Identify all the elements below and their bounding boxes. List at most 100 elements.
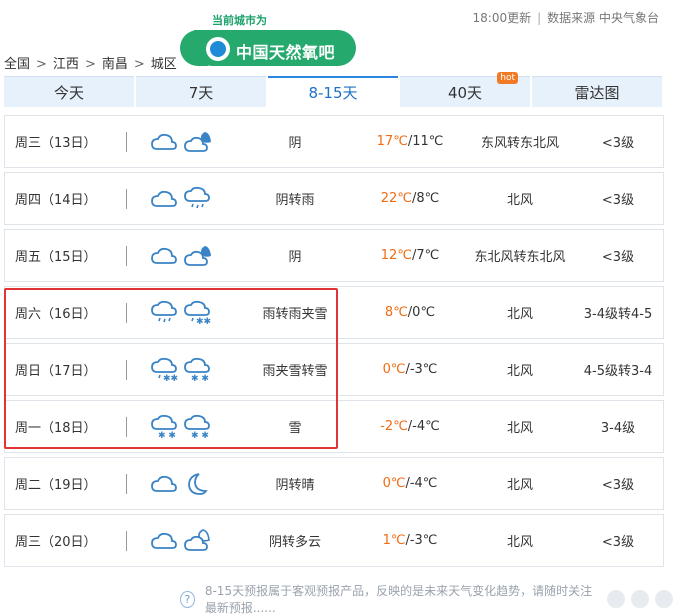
weather-desc: 雨夹雪转雪 xyxy=(262,364,328,379)
weather-icons xyxy=(150,515,222,566)
wind-level: <3级 xyxy=(601,193,635,208)
wind-direction: 北风 xyxy=(506,535,533,550)
meta-separator: | xyxy=(537,11,542,25)
cloudy-icon xyxy=(151,475,177,492)
temperature: 0℃/-3℃ xyxy=(355,344,465,395)
data-source[interactable]: 数据来源 中央气象台 xyxy=(547,11,659,25)
temperature: -2℃/-4℃ xyxy=(355,401,465,452)
weather-icons: ✱✱ xyxy=(150,287,222,338)
breadcrumb-separator: > xyxy=(36,57,47,72)
qq-icon[interactable] xyxy=(655,590,673,608)
temperature: 22℃/8℃ xyxy=(355,173,465,224)
temperature: 8℃/0℃ xyxy=(355,287,465,338)
svg-text:✱ ✱: ✱ ✱ xyxy=(191,374,209,383)
snow-icon: ✱ ✱ xyxy=(151,414,177,440)
row-divider xyxy=(126,189,127,209)
temperature: 1℃/-3℃ xyxy=(355,515,465,566)
cloudy-icon xyxy=(151,532,177,549)
temp-low: /8℃ xyxy=(411,191,440,206)
wind-level: <3级 xyxy=(601,250,635,265)
row-divider xyxy=(126,303,127,323)
temperature: 17℃/11℃ xyxy=(355,116,465,167)
rain-icon xyxy=(184,186,210,208)
temp-low: /11℃ xyxy=(407,134,444,149)
wind-direction: 北风 xyxy=(506,193,533,208)
wind-direction: 东北风转东北风 xyxy=(474,250,566,265)
weather-desc: 阴转晴 xyxy=(275,478,315,493)
moon-icon xyxy=(188,472,208,495)
day-label: 周日（17日） xyxy=(15,364,97,379)
tab-40days[interactable]: 40天 hot xyxy=(400,72,530,107)
breadcrumb-item[interactable]: 全国 xyxy=(4,57,30,72)
day-label: 周一（18日） xyxy=(15,421,97,436)
wind-level: <3级 xyxy=(601,136,635,151)
breadcrumb: 全国 > 江西 > 南昌 > 城区 xyxy=(4,53,177,72)
update-time: 18:00更新 xyxy=(472,11,532,25)
temp-high: 22℃ xyxy=(380,191,412,206)
breadcrumb-item[interactable]: 南昌 xyxy=(102,57,128,72)
day-label: 周三（20日） xyxy=(15,535,97,550)
day-label: 周二（19日） xyxy=(15,478,97,493)
breadcrumb-item[interactable]: 江西 xyxy=(53,57,79,72)
weather-desc: 阴 xyxy=(288,250,302,265)
tab-today[interactable]: 今天 xyxy=(4,76,134,107)
forecast-row[interactable]: 周一（18日） ✱ ✱ ✱ ✱ 雪 -2℃/-4℃ 北风 3-4级 xyxy=(4,400,664,453)
temperature: 0℃/-4℃ xyxy=(355,458,465,509)
weather-icons xyxy=(150,230,222,281)
day-label: 周三（13日） xyxy=(15,136,97,151)
weather-desc: 雨转雨夹雪 xyxy=(262,307,328,322)
temp-high: 8℃ xyxy=(384,305,408,320)
forecast-row[interactable]: 周三（13日） 阴 17℃/11℃ 东风转东北风 <3级 xyxy=(4,115,664,168)
temp-low: /-3℃ xyxy=(405,533,438,548)
tab-7days[interactable]: 7天 xyxy=(136,76,266,107)
temp-high: 17℃ xyxy=(376,134,408,149)
row-divider xyxy=(126,531,127,551)
tab-label: 今天 xyxy=(53,83,84,102)
city-badge[interactable]: 当前城市为 中国天然氧吧 xyxy=(180,10,370,72)
sleet-icon: ✱✱ xyxy=(151,357,178,383)
temp-low: /-3℃ xyxy=(405,362,438,377)
tab-8-15days[interactable]: 8-15天 xyxy=(268,76,398,107)
partly-cloudy-night-icon xyxy=(184,528,210,551)
wind-direction: 北风 xyxy=(506,421,533,436)
row-divider xyxy=(126,360,127,380)
weibo-icon[interactable] xyxy=(607,590,625,608)
forecast-tabs: 今天 7天 8-15天 40天 hot 雷达图 xyxy=(4,72,662,107)
tab-label: 8-15天 xyxy=(308,84,358,102)
temp-low: /0℃ xyxy=(407,305,436,320)
hot-badge: hot xyxy=(497,72,518,84)
cloudy-night-icon xyxy=(184,245,211,266)
help-icon[interactable]: ? xyxy=(180,590,195,608)
forecast-row[interactable]: 周日（17日） ✱✱ ✱ ✱ 雨夹雪转雪 0℃/-3℃ 北风 4-5级转3-4 xyxy=(4,343,664,396)
cloudy-icon xyxy=(151,190,177,207)
forecast-row[interactable]: 周四（14日） 阴转雨 22℃/8℃ 北风 <3级 xyxy=(4,172,664,225)
temp-high: 0℃ xyxy=(382,362,406,377)
temp-high: 1℃ xyxy=(382,533,406,548)
weather-icons: ✱ ✱ ✱ ✱ xyxy=(150,401,222,452)
svg-text:✱✱: ✱✱ xyxy=(163,374,178,383)
breadcrumb-item[interactable]: 城区 xyxy=(151,57,177,72)
day-label: 周六（16日） xyxy=(15,307,97,322)
svg-text:✱ ✱: ✱ ✱ xyxy=(191,431,209,440)
top-bar: 18:00更新 | 数据来源 中央气象台 当前城市为 中国天然氧吧 全国 > 江西 > 南昌… xyxy=(0,0,673,80)
forecast-row[interactable]: 周五（15日） 阴 12℃/7℃ 东北风转东北风 <3级 xyxy=(4,229,664,282)
weather-desc: 阴转多云 xyxy=(268,535,321,550)
row-divider xyxy=(126,246,127,266)
wind-direction: 北风 xyxy=(506,307,533,322)
brand-name: 中国天然氧吧 xyxy=(236,43,336,62)
wechat-icon[interactable] xyxy=(631,590,649,608)
temp-high: 12℃ xyxy=(380,248,412,263)
tab-radar[interactable]: 雷达图 xyxy=(532,76,662,107)
temp-high: 0℃ xyxy=(382,476,406,491)
tab-label: 7天 xyxy=(188,83,214,102)
wind-level: <3级 xyxy=(601,478,635,493)
breadcrumb-separator: > xyxy=(133,57,145,72)
temp-low: /-4℃ xyxy=(407,419,440,434)
forecast-row[interactable]: 周六（16日） ✱✱ 雨转雨夹雪 8℃/0℃ 北风 3-4级转4-5 xyxy=(4,286,664,339)
weather-icons xyxy=(150,173,222,224)
wind-level: <3级 xyxy=(601,535,635,550)
forecast-row[interactable]: 周三（20日） 阴转多云 1℃/-3℃ 北风 <3级 xyxy=(4,514,664,567)
row-divider xyxy=(126,474,127,494)
forecast-row[interactable]: 周二（19日） 阴转晴 0℃/-4℃ 北风 <3级 xyxy=(4,457,664,510)
wind-level: 3-4级 xyxy=(600,421,636,436)
